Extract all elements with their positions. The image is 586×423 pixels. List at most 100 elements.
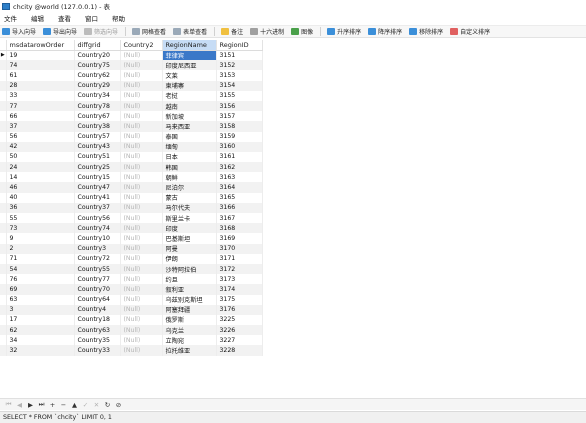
table-cell[interactable]: 71: [6, 253, 75, 264]
memo-button[interactable]: 备注: [221, 27, 243, 36]
table-row[interactable]: 37 Country38 (Null) 马来西亚 3158: [0, 121, 263, 132]
table-cell[interactable]: 24: [6, 162, 75, 173]
table-row[interactable]: 28 Country29 (Null) 柬埔寨 3154: [0, 80, 263, 91]
table-cell[interactable]: 77: [6, 100, 75, 112]
first-record-button[interactable]: ⏮: [3, 400, 14, 409]
table-cell[interactable]: 3160: [216, 141, 263, 152]
table-cell[interactable]: 42: [6, 141, 75, 152]
table-cell[interactable]: 3227: [216, 335, 263, 346]
table-cell[interactable]: 56: [6, 131, 75, 142]
menu-window[interactable]: 窗口: [85, 13, 98, 23]
menu-view[interactable]: 查看: [58, 13, 71, 23]
table-cell[interactable]: 55: [6, 213, 75, 224]
table-row[interactable]: 3 Country4 (Null) 阿塞拜疆 3176: [0, 304, 263, 315]
table-cell[interactable]: (Null): [120, 263, 163, 275]
table-cell[interactable]: 俄罗斯: [162, 314, 217, 326]
table-cell[interactable]: Country62: [74, 70, 121, 81]
table-cell[interactable]: 28: [6, 80, 75, 91]
table-cell[interactable]: 46: [6, 182, 75, 193]
table-cell[interactable]: 老挝: [162, 90, 217, 101]
table-cell[interactable]: 54: [6, 263, 75, 275]
table-cell[interactable]: 立陶宛: [162, 335, 217, 346]
table-cell[interactable]: 32: [6, 345, 75, 356]
table-cell[interactable]: 3162: [216, 162, 263, 173]
table-cell[interactable]: 菲律宾: [162, 50, 217, 61]
table-row[interactable]: 63 Country64 (Null) 乌兹别克斯坦 3175: [0, 294, 263, 305]
table-cell[interactable]: 33: [6, 90, 75, 101]
table-row[interactable]: 62 Country63 (Null) 乌克兰 3226: [0, 325, 263, 336]
table-cell[interactable]: 37: [6, 121, 75, 132]
table-row[interactable]: 73 Country74 (Null) 印度 3168: [0, 223, 263, 234]
sort-ascending-button[interactable]: 升序排序: [327, 27, 361, 36]
table-cell[interactable]: 3172: [216, 263, 263, 275]
table-cell[interactable]: 阿塞拜疆: [162, 304, 217, 315]
table-cell[interactable]: (Null): [120, 304, 163, 315]
table-cell[interactable]: 巴基斯坦: [162, 233, 217, 244]
table-cell[interactable]: 3169: [216, 233, 263, 244]
table-cell[interactable]: Country43: [74, 141, 121, 152]
table-row[interactable]: 42 Country43 (Null) 缅甸 3160: [0, 141, 263, 152]
table-row[interactable]: 71 Country72 (Null) 伊朗 3171: [0, 253, 263, 264]
table-cell[interactable]: (Null): [120, 80, 163, 91]
table-cell[interactable]: 3157: [216, 111, 263, 122]
table-cell[interactable]: (Null): [120, 213, 163, 224]
table-cell[interactable]: (Null): [120, 233, 163, 244]
table-cell[interactable]: 3165: [216, 192, 263, 203]
table-cell[interactable]: 马尔代夫: [162, 202, 217, 213]
table-cell[interactable]: 泰国: [162, 131, 217, 142]
discard-changes-button[interactable]: ✕: [91, 401, 102, 409]
table-cell[interactable]: Country55: [74, 263, 121, 275]
table-row[interactable]: 74 Country75 (Null) 印度尼西亚 3152: [0, 60, 263, 71]
column-header-country2[interactable]: Country2: [120, 40, 163, 51]
table-row[interactable]: 76 Country77 (Null) 约旦 3173: [0, 274, 263, 285]
table-cell[interactable]: Country47: [74, 182, 121, 193]
menu-help[interactable]: 帮助: [112, 13, 125, 23]
table-row[interactable]: 40 Country41 (Null) 蒙古 3165: [0, 192, 263, 203]
table-cell[interactable]: Country34: [74, 90, 121, 101]
table-cell[interactable]: 叙利亚: [162, 284, 217, 295]
remove-sort-button[interactable]: 移除排序: [409, 27, 443, 36]
apply-changes-button[interactable]: ✓: [80, 401, 91, 409]
table-cell[interactable]: (Null): [120, 131, 163, 142]
previous-record-button[interactable]: ◀: [14, 401, 25, 409]
table-cell[interactable]: 3164: [216, 182, 263, 193]
table-cell[interactable]: Country33: [74, 345, 121, 356]
table-cell[interactable]: 乌兹别克斯坦: [162, 294, 217, 305]
table-cell[interactable]: 3171: [216, 253, 263, 264]
table-cell[interactable]: Country78: [74, 100, 121, 112]
table-cell[interactable]: 沙特阿拉伯: [162, 263, 217, 275]
column-header-msdatarowOrder[interactable]: msdatarowOrder: [6, 40, 75, 51]
table-cell[interactable]: Country18: [74, 314, 121, 326]
table-cell[interactable]: (Null): [120, 151, 163, 163]
table-cell[interactable]: 3175: [216, 294, 263, 305]
table-cell[interactable]: (Null): [120, 325, 163, 336]
table-cell[interactable]: 3226: [216, 325, 263, 336]
table-cell[interactable]: 50: [6, 151, 75, 163]
table-cell[interactable]: 3158: [216, 121, 263, 132]
export-wizard-button[interactable]: 导出向导: [43, 27, 77, 36]
stop-button[interactable]: ⊘: [113, 401, 124, 409]
table-cell[interactable]: 34: [6, 335, 75, 346]
table-row[interactable]: ▶ 19 Country20 (Null) 菲律宾 3151: [0, 50, 263, 61]
table-cell[interactable]: 3152: [216, 60, 263, 71]
table-cell[interactable]: 乌克兰: [162, 325, 217, 336]
hex-button[interactable]: 十六进制: [250, 27, 284, 36]
table-cell[interactable]: 61: [6, 70, 75, 81]
table-row[interactable]: 46 Country47 (Null) 尼泊尔 3164: [0, 182, 263, 193]
table-cell[interactable]: 斯里兰卡: [162, 213, 217, 224]
table-cell[interactable]: 76: [6, 274, 75, 285]
table-cell[interactable]: 2: [6, 243, 75, 254]
table-cell[interactable]: (Null): [120, 253, 163, 264]
table-cell[interactable]: 朝鲜: [162, 172, 217, 183]
table-cell[interactable]: 17: [6, 314, 75, 326]
table-cell[interactable]: 3155: [216, 90, 263, 101]
table-cell[interactable]: 3166: [216, 202, 263, 213]
column-header-diffgrid[interactable]: diffgrid: [74, 40, 121, 51]
column-header-regionname[interactable]: RegionName: [162, 40, 217, 51]
table-row[interactable]: 17 Country18 (Null) 俄罗斯 3225: [0, 314, 263, 326]
table-cell[interactable]: (Null): [120, 345, 163, 356]
menu-edit[interactable]: 编辑: [31, 13, 44, 23]
table-cell[interactable]: (Null): [120, 50, 163, 61]
table-cell[interactable]: (Null): [120, 223, 163, 234]
table-cell[interactable]: (Null): [120, 70, 163, 81]
